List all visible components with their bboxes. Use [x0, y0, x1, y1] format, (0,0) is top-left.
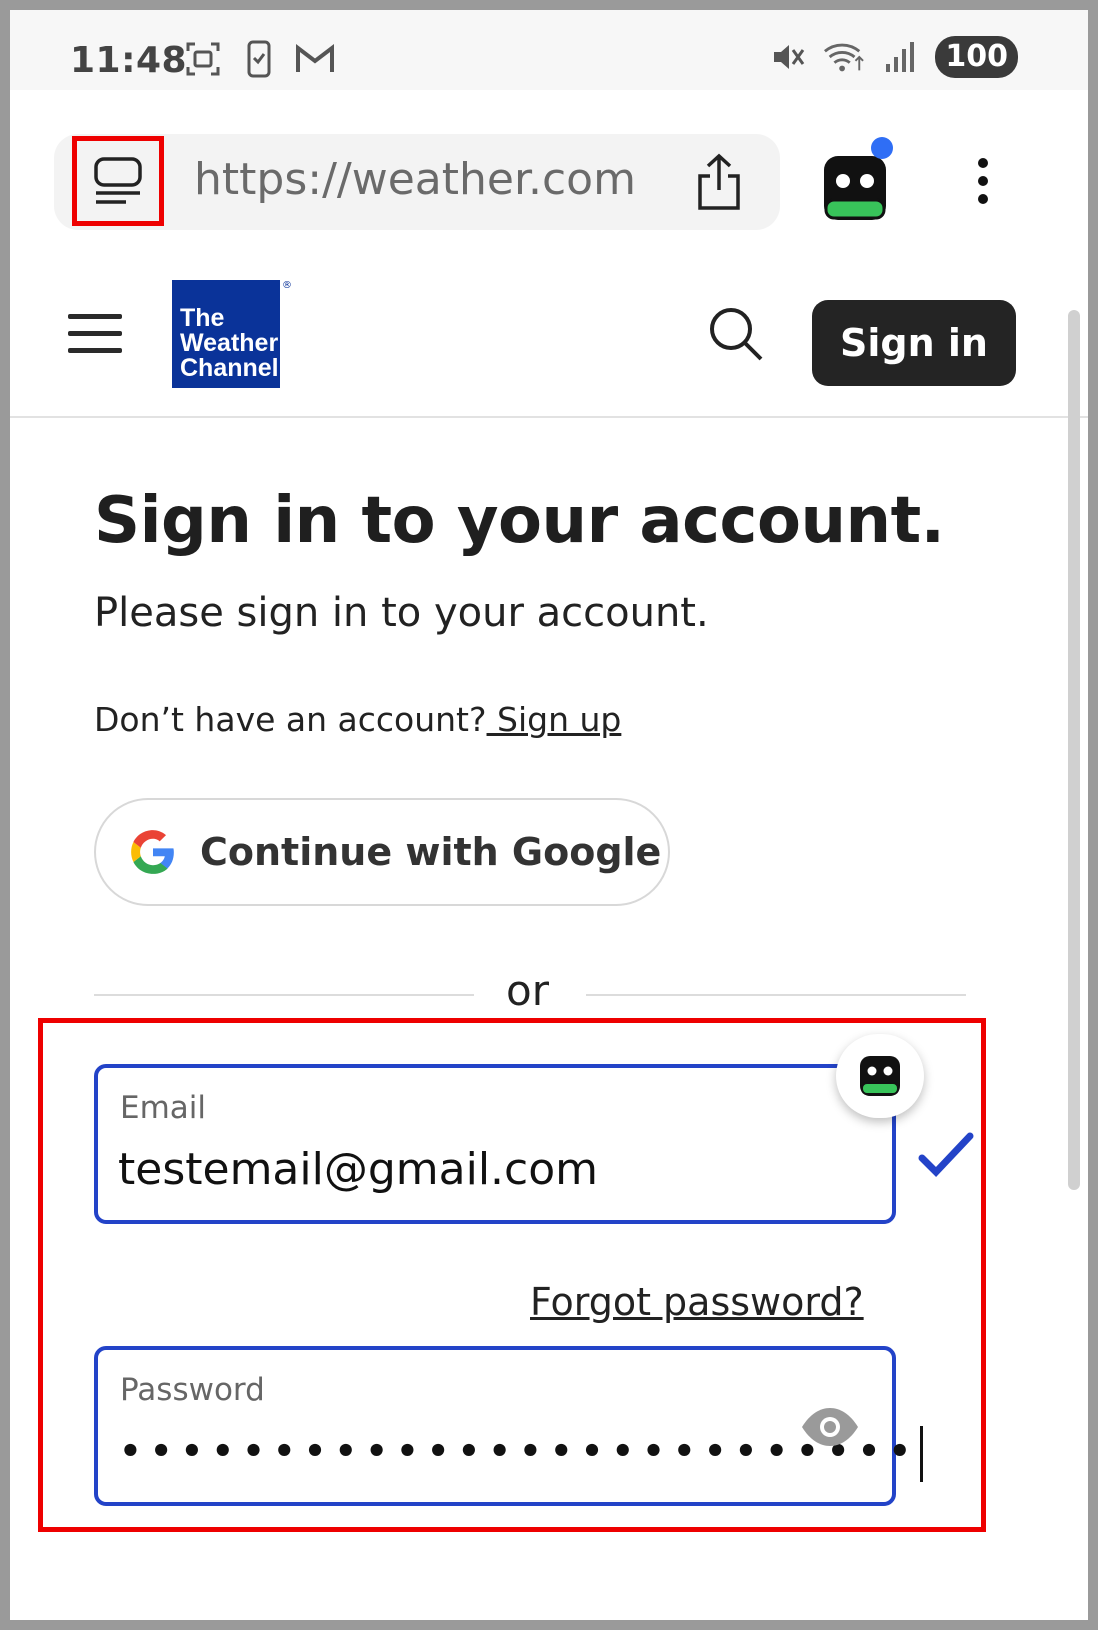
signup-prompt: Don’t have an account? Sign up: [94, 700, 622, 739]
phone-icon: [238, 38, 280, 80]
battery-indicator: 100: [935, 36, 1018, 78]
header-sign-in-button[interactable]: Sign in: [812, 300, 1016, 386]
gmail-icon: [294, 38, 336, 80]
google-button-label: Continue with Google: [200, 830, 662, 874]
text-caret: [920, 1426, 924, 1482]
password-label: Password: [120, 1372, 265, 1408]
search-icon[interactable]: [706, 304, 766, 364]
robot-extension-button[interactable]: [818, 136, 898, 224]
tab-switcher-button[interactable]: [72, 136, 164, 226]
robot-autofill-button[interactable]: [836, 1034, 924, 1118]
tab-icon: [94, 157, 142, 204]
or-text: or: [506, 966, 549, 1015]
share-icon: [698, 153, 740, 210]
more-menu-button[interactable]: [958, 142, 1008, 222]
registered-mark-icon: ®: [282, 280, 292, 291]
robot-autofill-icon: [860, 1056, 900, 1096]
email-field[interactable]: Email testemail@gmail.com: [94, 1064, 896, 1224]
google-icon: [131, 830, 174, 874]
url-text[interactable]: https://weather.com/: [194, 154, 634, 205]
forgot-password-link[interactable]: Forgot password?: [530, 1280, 864, 1324]
phone-screen: 11:48 100 https://weather.com/ The Weath…: [10, 10, 1088, 1620]
or-divider: or: [94, 964, 966, 1024]
browser-toolbar: https://weather.com/: [10, 90, 1088, 240]
share-button[interactable]: [684, 148, 754, 216]
page-scrollbar[interactable]: [1068, 310, 1080, 1190]
page-title: Sign in to your account.: [94, 484, 945, 558]
mute-icon: [767, 36, 809, 78]
site-header: The Weather Channel ® Sign in: [10, 242, 1088, 418]
robot-extension-icon: [824, 137, 893, 220]
page-subtitle: Please sign in to your account.: [94, 590, 709, 636]
email-valid-check-icon: [918, 1130, 974, 1182]
status-time: 11:48: [70, 40, 188, 81]
status-bar: 11:48 100: [10, 10, 1088, 90]
weather-channel-logo[interactable]: The Weather Channel: [172, 280, 280, 388]
screenshot-icon: [182, 38, 224, 80]
show-password-eye-icon[interactable]: [800, 1406, 860, 1448]
email-value[interactable]: testemail@gmail.com: [118, 1144, 598, 1195]
continue-with-google-button[interactable]: Continue with Google: [94, 798, 670, 906]
hamburger-menu-icon[interactable]: [68, 314, 122, 354]
email-label: Email: [120, 1090, 207, 1126]
more-icon: [978, 158, 988, 204]
signal-icon: [879, 36, 921, 78]
wifi-icon: [823, 36, 865, 78]
password-field[interactable]: Password ••••••••••••••••••••••••••: [94, 1346, 924, 1506]
address-bar[interactable]: https://weather.com/: [54, 134, 780, 230]
sign-up-link[interactable]: Sign up: [487, 700, 621, 739]
